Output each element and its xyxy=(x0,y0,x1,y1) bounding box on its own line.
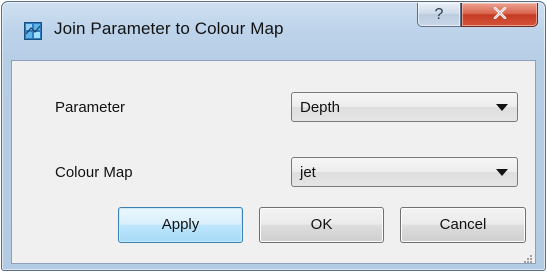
apply-button[interactable]: Apply xyxy=(118,207,243,243)
chevron-down-icon xyxy=(496,104,508,111)
chevron-down-icon xyxy=(496,169,508,176)
colour-map-select-value: jet xyxy=(300,164,316,181)
help-icon: ? xyxy=(434,5,444,23)
ok-button[interactable]: OK xyxy=(259,207,384,243)
dialog-window: Join Parameter to Colour Map ? Parameter… xyxy=(1,1,546,271)
close-button[interactable] xyxy=(461,3,538,27)
colour-map-select[interactable]: jet xyxy=(291,157,518,187)
dialog-body: Parameter Depth Colour Map jet Apply OK … xyxy=(11,60,536,264)
resize-grip[interactable] xyxy=(523,251,533,263)
cancel-button[interactable]: Cancel xyxy=(400,207,526,243)
window-title: Join Parameter to Colour Map xyxy=(54,19,284,38)
parameter-select[interactable]: Depth xyxy=(291,92,518,122)
help-button[interactable]: ? xyxy=(417,3,461,27)
title-bar[interactable]: Join Parameter to Colour Map ? xyxy=(2,2,545,62)
close-icon xyxy=(493,6,507,24)
parameter-label: Parameter xyxy=(55,99,126,116)
parameter-select-value: Depth xyxy=(300,99,341,116)
colour-map-label: Colour Map xyxy=(55,164,133,181)
map-icon xyxy=(24,22,42,40)
